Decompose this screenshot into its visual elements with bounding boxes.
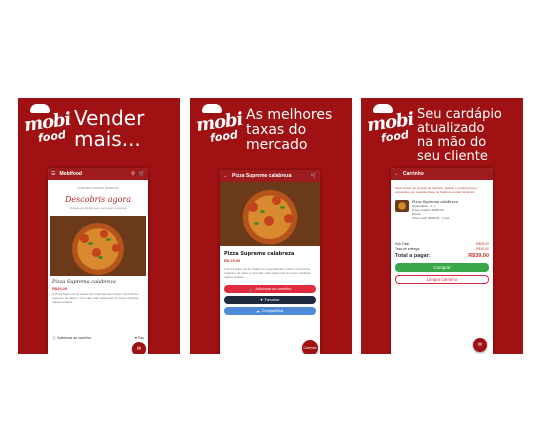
- promo-panel-2: mobi food As melhores taxas do mercado ←…: [190, 98, 352, 354]
- cart-fab[interactable]: Carrinho: [302, 340, 318, 354]
- clear-cart-label: Limpar carrinho: [426, 277, 458, 282]
- logo-word-food: food: [380, 128, 410, 145]
- cart-item-image: [395, 200, 409, 212]
- add-to-cart-link[interactable]: 🛒 Adicionar ao carrinho: [52, 336, 91, 340]
- chat-fab[interactable]: ✉: [132, 342, 146, 354]
- app-title: Mobifood: [59, 171, 82, 177]
- item-total: Preço total: R$39,00 · 1 item: [412, 216, 451, 220]
- cart-item[interactable]: Pizza Suprema calabreza Quantidade − 1 +…: [391, 194, 493, 220]
- back-icon[interactable]: ←: [223, 173, 228, 179]
- total-label: Total a pagar:: [395, 253, 431, 259]
- section-subtitle: Nossas as ofertas que você quer e precis…: [69, 206, 127, 210]
- favorite-label: Fav: [138, 336, 144, 340]
- headline-line: taxas do: [246, 122, 307, 138]
- app-title: Carrinho: [403, 171, 424, 177]
- clear-cart-button[interactable]: Limpar carrinho: [395, 275, 489, 284]
- phone-screen-product: ← Pizza Supreme calabreza 🛒 Pizza Suprem…: [220, 170, 320, 354]
- menu-icon[interactable]: ☰: [51, 171, 55, 177]
- product-price: R$ 29,00: [224, 258, 241, 263]
- headline: As melhores taxas do mercado: [246, 108, 332, 153]
- share-label: Compartilhar: [261, 309, 284, 313]
- store-screenshot-strip: mobi food Vender mais... ☰ Mobifood ⚲ 🛒 …: [0, 0, 541, 427]
- cart-instructions: Para revisar um produto do carrinho, des…: [395, 186, 477, 194]
- cart-item-details: Pizza Suprema calabreza Quantidade − 1 +…: [412, 200, 458, 220]
- promo-panel-3: mobi food Seu cardápio atualizado na mão…: [361, 98, 523, 354]
- chat-icon: ✉: [477, 342, 483, 348]
- favorite-label: Favoritar: [264, 298, 280, 302]
- search-icon[interactable]: ⚲: [131, 171, 135, 177]
- heart-icon: ♥: [260, 298, 263, 302]
- headline-line: Vender: [74, 106, 145, 130]
- back-icon[interactable]: ←: [394, 171, 399, 177]
- headline-line: As melhores: [246, 107, 333, 123]
- app-bar: ← Pizza Supreme calabreza 🛒: [220, 170, 320, 182]
- favorite-link[interactable]: ♥ Fav: [135, 336, 144, 340]
- cart-fab-label: Carrinho: [303, 346, 317, 350]
- share-button[interactable]: ➦ Compartilhar: [224, 307, 316, 315]
- product-name: Pizza Supreme calabreza: [224, 251, 295, 257]
- headline-line: atualizado: [417, 121, 485, 136]
- app-title: Pizza Supreme calabreza: [232, 173, 292, 179]
- add-to-cart-button[interactable]: 🛒 Adicionar ao carrinho: [224, 285, 316, 293]
- chat-icon: ✉: [136, 346, 142, 352]
- pizza-image[interactable]: [220, 182, 320, 246]
- logo-word-food: food: [37, 128, 67, 145]
- totals: Sub Total R$29,00 Taxa de entrega R$10,00 …: [391, 220, 493, 260]
- phone-screen-cart: ← Carrinho Para revisar um produto do ca…: [391, 168, 493, 354]
- offers-note: CONFIRA NOSSAS OFERTAS: [77, 186, 119, 190]
- product-name: Pizza Suprema calabreza: [52, 279, 116, 285]
- mobifood-logo: mobi food: [366, 104, 415, 146]
- pizza-image[interactable]: [50, 216, 146, 276]
- headline-line: mais...: [74, 127, 141, 151]
- add-to-cart-label: Adicionar ao carrinho: [255, 287, 292, 291]
- total-value: R$39,00: [468, 253, 489, 259]
- cart-icon[interactable]: 🛒: [311, 173, 317, 179]
- add-to-cart-label: Adicionar ao carrinho: [57, 336, 92, 340]
- share-icon: ➦: [256, 309, 260, 314]
- headline-line: na mão do: [417, 135, 487, 150]
- app-bar: ☰ Mobifood ⚲ 🛒: [48, 168, 148, 180]
- app-bar: ← Carrinho: [391, 168, 493, 180]
- headline: Seu cardápio atualizado na mão do seu cl…: [417, 108, 502, 164]
- section-heading: Descobris agora: [64, 195, 131, 204]
- phone-screen-home: ☰ Mobifood ⚲ 🛒 CONFIRA NOSSAS OFERTAS De…: [48, 168, 148, 354]
- product-actions: 🛒 Adicionar ao carrinho ♥ Fav: [52, 336, 144, 340]
- favorite-button[interactable]: ♥ Favoritar: [224, 296, 316, 304]
- buy-label: Comprar: [433, 265, 451, 270]
- headline-line: seu cliente: [417, 149, 488, 164]
- headline: Vender mais...: [74, 108, 144, 150]
- mobifood-logo: mobi food: [23, 104, 72, 146]
- promo-panel-1: mobi food Vender mais... ☰ Mobifood ⚲ 🛒 …: [18, 98, 180, 354]
- mobifood-logo: mobi food: [195, 104, 244, 146]
- chat-fab[interactable]: ✉: [473, 338, 487, 352]
- product-description: A Pizza Suprema foi criada com ingredien…: [224, 267, 311, 279]
- buy-button[interactable]: Comprar: [395, 263, 489, 272]
- logo-word-food: food: [209, 128, 239, 145]
- product-price: R$29,00: [52, 286, 68, 291]
- product-description: A Pizza Suprema foi criada com ingredien…: [52, 292, 139, 304]
- cart-icon[interactable]: 🛒: [139, 171, 145, 177]
- headline-line: mercado: [246, 137, 308, 153]
- headline-line: Seu cardápio: [417, 107, 502, 122]
- cart-icon: 🛒: [248, 287, 254, 292]
